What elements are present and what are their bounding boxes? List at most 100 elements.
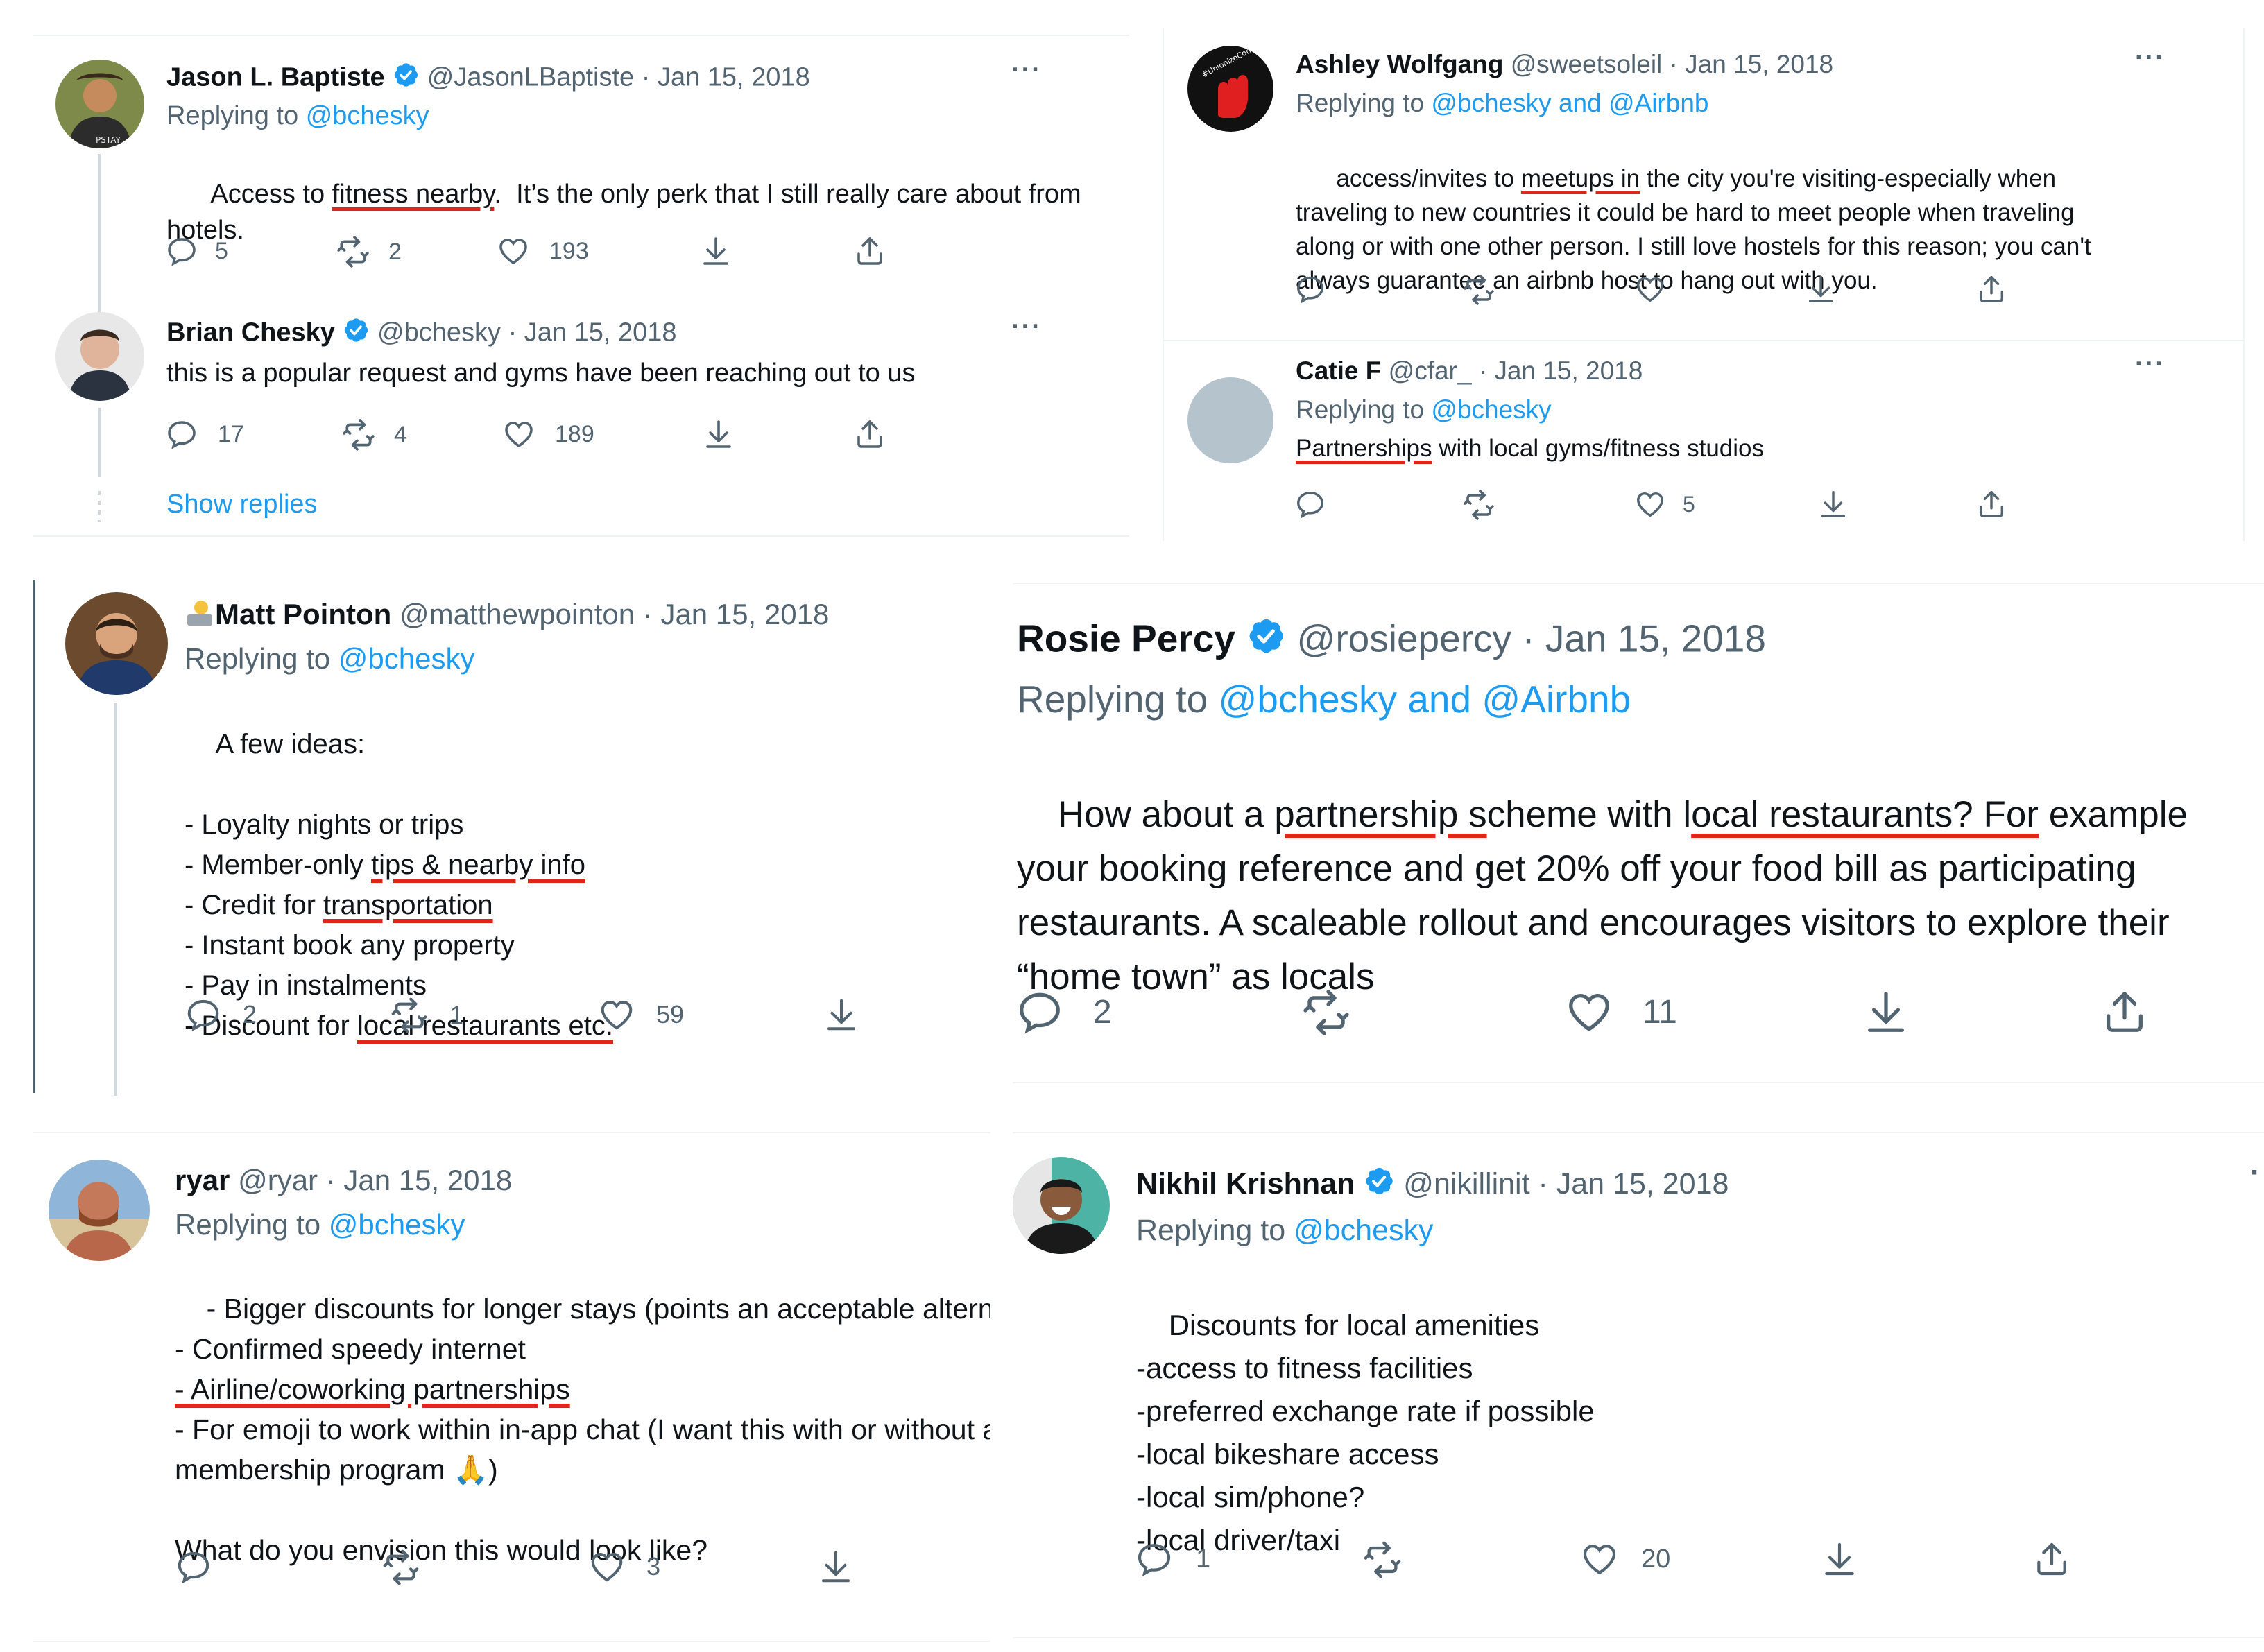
reply-mention-link[interactable]: @bchesky and @Airbnb [1431,89,1708,117]
like-button[interactable]: 3 [588,1548,660,1585]
tweet-header: ryar @ryar · Jan 15, 2018 [175,1164,512,1197]
author-name[interactable]: Brian Chesky [166,318,335,347]
like-button[interactable]: 11 [1565,988,1677,1036]
download-button[interactable] [823,996,860,1033]
reply-mention-link[interactable]: @bchesky [329,1208,465,1241]
tweet-catie[interactable]: Catie F @cfar_ · Jan 15, 2018 ··· Replyi… [1163,341,2245,541]
replying-to-label: Replying to [1296,395,1425,424]
download-button[interactable] [1862,988,1910,1036]
author-handle[interactable]: @rosiepercy [1296,617,1511,660]
more-options-icon[interactable]: ··· [1011,312,1042,342]
author-name[interactable]: Ashley Wolfgang [1296,50,1503,78]
retweet-button[interactable] [1301,988,1351,1038]
like-button[interactable]: 193 [497,234,589,268]
author-name[interactable]: Catie F [1296,356,1381,385]
tweet-date[interactable]: · Jan 15, 2018 [642,62,810,92]
author-handle[interactable]: @sweetsoleil [1511,50,1663,78]
like-button[interactable]: 20 [1580,1540,1670,1578]
reply-button[interactable]: 17 [165,418,244,451]
action-bar: 5 2 193 [33,234,1129,269]
author-handle[interactable]: @JasonLBaptiste [427,62,634,92]
author-handle[interactable]: @bchesky [377,318,501,347]
download-button[interactable] [1805,273,1837,305]
tweet-brian[interactable]: Brian Chesky @bchesky · Jan 15, 2018 ···… [33,312,1129,485]
more-options-icon[interactable]: ··· [2135,43,2166,73]
author-handle[interactable]: @nikillinit [1403,1167,1529,1201]
avatar[interactable] [1013,1157,1110,1254]
more-options-icon[interactable]: · [2250,1155,2262,1190]
author-handle[interactable]: @ryar [238,1164,318,1196]
retweet-button[interactable]: 2 [336,234,402,269]
share-button[interactable] [2100,988,2149,1036]
share-button[interactable] [853,234,886,268]
author-name[interactable]: Rosie Percy [1017,617,1235,660]
share-button[interactable] [1975,273,2007,305]
highlighted-phrase: Partnerships [1296,435,1432,462]
reply-button[interactable]: 1 [1135,1540,1210,1578]
tweet-header: Ashley Wolfgang @sweetsoleil · Jan 15, 2… [1296,50,1833,79]
reply-button[interactable]: 5 [165,234,228,268]
share-button[interactable] [853,418,886,451]
like-button[interactable]: 189 [502,418,594,451]
author-name[interactable]: Jason L. Baptiste [166,62,385,92]
reply-mention-link[interactable]: @bchesky and @Airbnb [1218,678,1631,721]
tweet-date[interactable]: · Jan 15, 2018 [508,318,677,347]
reply-mention-link[interactable]: @bchesky [338,642,475,675]
retweet-icon [381,1548,420,1587]
share-icon [853,418,886,451]
text-part: traveling to new countries it could be h… [1296,199,2075,226]
retweet-button[interactable]: 1 [390,996,463,1035]
like-button[interactable] [1634,273,1666,305]
tweet-date[interactable]: · Jan 15, 2018 [326,1164,513,1196]
reply-button[interactable]: 2 [185,996,257,1033]
download-button[interactable] [1817,488,1849,520]
reply-button[interactable] [1294,488,1326,520]
tweet-jason[interactable]: PSTAY Jason L. Baptiste @JasonLBaptiste … [33,35,1129,327]
tweet-ashley[interactable]: #UnionizeCondé Ashley Wolfgang @sweetsol… [1163,28,2245,340]
tweet-date[interactable]: · Jan 15, 2018 [1670,50,1834,78]
reply-mention-link[interactable]: @bchesky [1431,395,1551,424]
verified-badge-icon [1363,1165,1395,1197]
reply-button[interactable] [175,1548,212,1585]
retweet-button[interactable] [1462,488,1495,522]
share-button[interactable] [2032,1540,2071,1578]
replying-to: Replying to @bchesky [175,1208,465,1241]
download-button[interactable] [817,1548,855,1585]
share-icon [853,234,886,268]
author-handle[interactable]: @matthewpointon [400,598,635,630]
retweet-button[interactable]: 4 [341,418,407,452]
text-part: -local bikeshare access [1136,1438,1439,1470]
retweet-button[interactable] [381,1548,420,1587]
retweet-button[interactable] [1462,273,1495,307]
author-handle[interactable]: @cfar_ [1389,356,1472,385]
more-options-icon[interactable]: ··· [1011,55,1042,85]
tweet-date[interactable]: · Jan 15, 2018 [643,598,830,630]
tweet-date[interactable]: · Jan 15, 2018 [1479,356,1643,385]
share-button[interactable] [1975,488,2007,520]
more-options-icon[interactable]: ··· [2135,350,2166,379]
download-button[interactable] [699,234,732,268]
tweet-date[interactable]: · Jan 15, 2018 [1538,1167,1729,1201]
show-replies-link[interactable]: Show replies [166,490,318,519]
avatar[interactable]: PSTAY [55,60,144,148]
reply-mention-link[interactable]: @bchesky [1294,1214,1433,1247]
reply-mention-link[interactable]: @bchesky [306,101,429,130]
download-button[interactable] [702,418,735,451]
avatar[interactable]: #UnionizeCondé [1187,46,1274,132]
download-button[interactable] [1820,1540,1859,1578]
retweet-button[interactable] [1362,1540,1403,1580]
like-button[interactable]: 59 [598,996,684,1033]
tweet-date[interactable]: · Jan 15, 2018 [1522,617,1766,660]
text-part: - Bigger discounts for longer stays (poi… [206,1293,990,1325]
like-button[interactable]: 5 [1634,488,1695,520]
author-name[interactable]: Nikhil Krishnan [1136,1167,1355,1201]
heart-icon [588,1548,626,1585]
author-name[interactable]: Matt Pointon [215,598,391,630]
avatar[interactable] [1187,377,1274,463]
reply-button[interactable]: 2 [1015,988,1112,1036]
author-name[interactable]: ryar [175,1164,230,1196]
avatar[interactable] [55,312,144,401]
reply-button[interactable] [1294,273,1326,305]
avatar[interactable] [65,592,168,695]
avatar[interactable] [49,1160,150,1261]
